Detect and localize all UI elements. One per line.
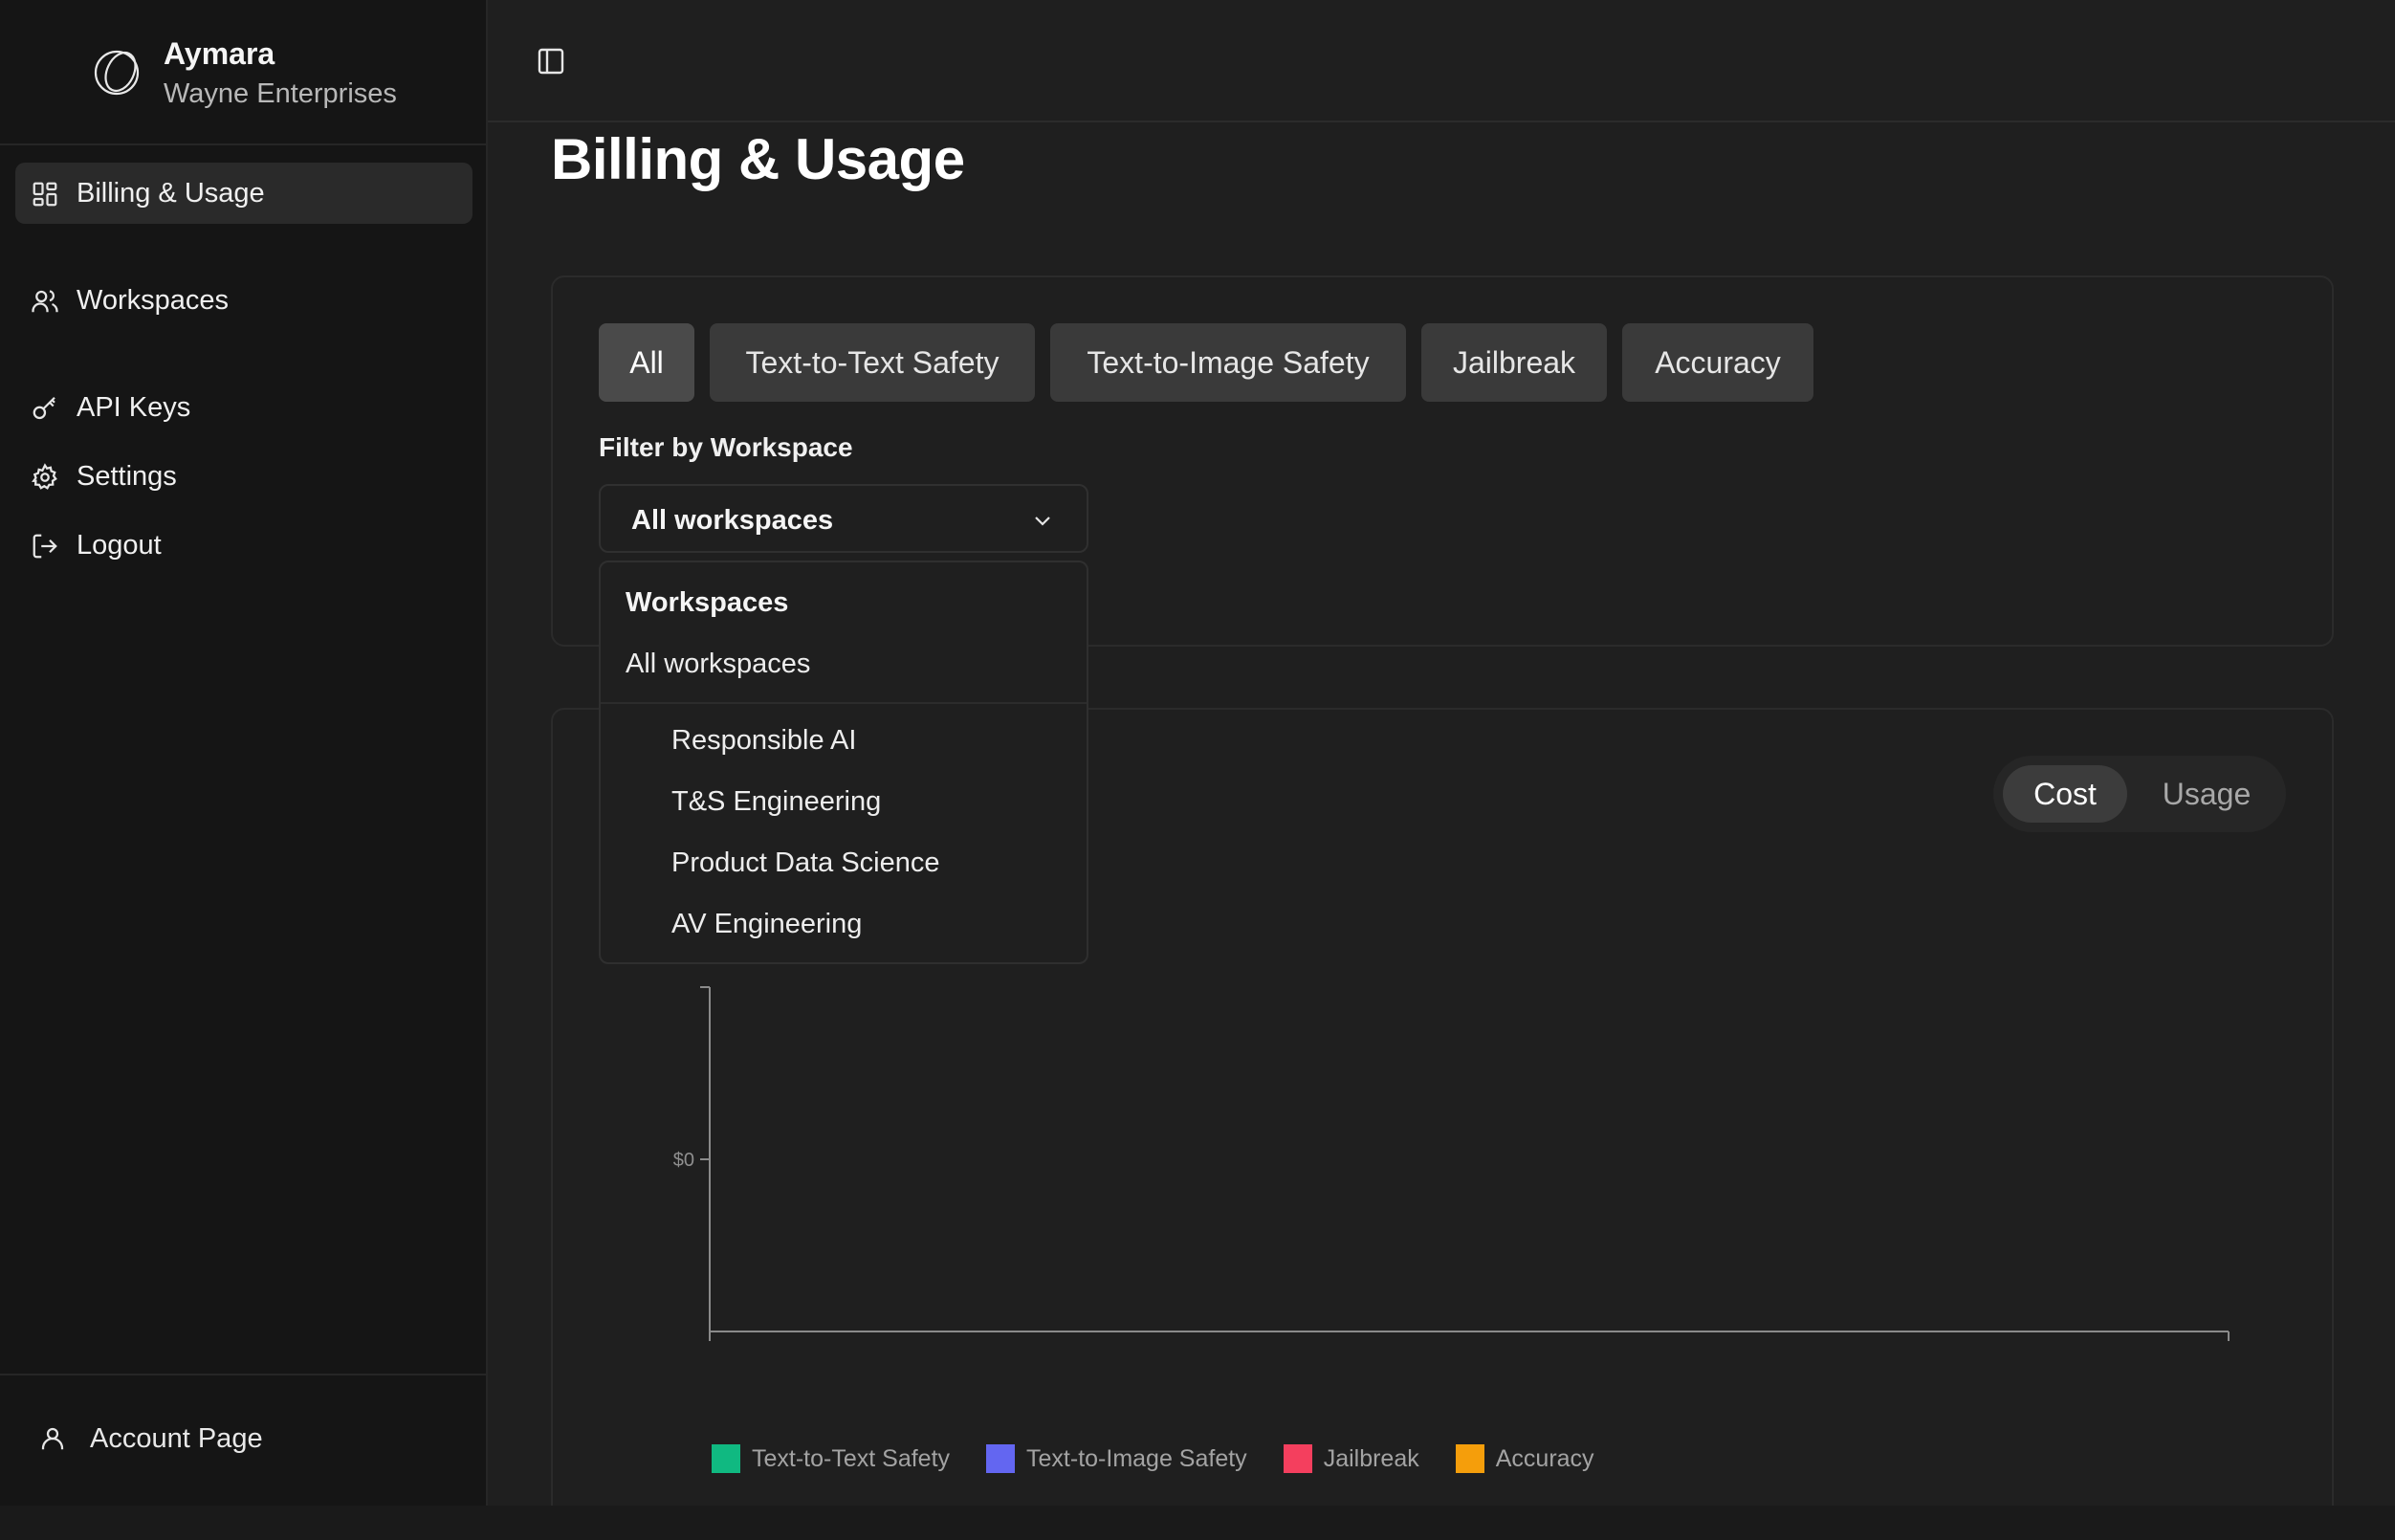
legend-label: Accuracy (1495, 1444, 1594, 1472)
dropdown-option[interactable]: Responsible AI (671, 725, 856, 757)
sidebar-item-label: API Keys (77, 391, 191, 423)
dropdown-divider (601, 702, 1087, 704)
dropdown-option[interactable]: Product Data Science (671, 847, 939, 879)
sidebar-footer: Account Page (0, 1374, 486, 1506)
sidebar-item-settings[interactable]: Settings (15, 446, 472, 507)
top-bar (488, 0, 2395, 122)
sidebar-toggle-icon[interactable] (536, 46, 566, 77)
tab-text-to-image-safety[interactable]: Text-to-Image Safety (1050, 323, 1406, 402)
account-page-label: Account Page (90, 1422, 263, 1454)
key-icon (33, 396, 55, 420)
legend-swatch (986, 1444, 1016, 1473)
tab-jailbreak[interactable]: Jailbreak (1421, 323, 1607, 402)
sidebar-item-label: Billing & Usage (77, 177, 265, 209)
account-page-link[interactable]: Account Page (38, 1419, 263, 1458)
tab-all[interactable]: All (599, 323, 694, 402)
legend-label: Text-to-Image Safety (1026, 1444, 1247, 1472)
page-title: Billing & Usage (551, 127, 965, 191)
billing-chart: $0 (673, 986, 2230, 1341)
tab-accuracy[interactable]: Accuracy (1622, 323, 1813, 402)
legend-swatch (1455, 1444, 1484, 1473)
legend-item[interactable]: Accuracy (1455, 1444, 1594, 1473)
chevron-down-icon (1035, 517, 1050, 526)
dashboard-icon (33, 182, 57, 207)
sidebar: Aymara Wayne Enterprises Billing & Usage… (0, 0, 488, 1506)
users-icon (32, 290, 58, 313)
sidebar-item-label: Workspaces (77, 284, 230, 316)
dropdown-heading: Workspaces (626, 587, 789, 618)
legend-item[interactable]: Text-to-Image Safety (986, 1444, 1247, 1473)
sidebar-item-label: Logout (77, 529, 162, 561)
sidebar-item-label: Settings (77, 460, 177, 492)
workspace-select[interactable]: All workspaces (599, 484, 1088, 553)
dropdown-option[interactable]: AV Engineering (671, 909, 862, 940)
y-tick-label: $0 (673, 1150, 694, 1171)
workspace-filter-label: Filter by Workspace (599, 432, 853, 462)
dropdown-option[interactable]: T&S Engineering (671, 786, 881, 818)
tab-text-to-text-safety[interactable]: Text-to-Text Safety (710, 323, 1035, 402)
legend-item[interactable]: Jailbreak (1283, 1444, 1419, 1473)
toggle-usage[interactable]: Usage (2137, 765, 2276, 823)
sidebar-item-api-keys[interactable]: API Keys (15, 377, 472, 438)
legend-swatch (712, 1444, 740, 1473)
toggle-cost[interactable]: Cost (2003, 765, 2127, 823)
brand-name: Aymara (164, 36, 275, 71)
workspace-dropdown: Workspaces All workspaces Responsible AI… (599, 561, 1088, 964)
workspace-select-value: All workspaces (631, 505, 834, 536)
legend-swatch (1283, 1444, 1312, 1473)
dropdown-option-all[interactable]: All workspaces (626, 649, 810, 680)
legend-label: Text-to-Text Safety (752, 1444, 951, 1472)
user-icon (41, 1427, 64, 1450)
cost-usage-toggle: Cost Usage (1993, 756, 2286, 832)
brand-org: Wayne Enterprises (164, 78, 397, 109)
legend-item[interactable]: Text-to-Text Safety (712, 1444, 950, 1473)
gear-icon (32, 463, 57, 490)
brand-header: Aymara Wayne Enterprises (0, 0, 486, 145)
sidebar-item-billing[interactable]: Billing & Usage (15, 163, 472, 224)
bottom-strip (0, 1506, 2395, 1540)
legend-label: Jailbreak (1323, 1444, 1419, 1472)
sidebar-item-logout[interactable]: Logout (15, 515, 472, 576)
sidebar-item-workspaces[interactable]: Workspaces (15, 270, 472, 331)
logout-icon (33, 534, 57, 559)
aymara-logo-icon (94, 50, 140, 96)
chart-legend: Text-to-Text Safety Text-to-Image Safety J… (712, 1444, 1631, 1473)
